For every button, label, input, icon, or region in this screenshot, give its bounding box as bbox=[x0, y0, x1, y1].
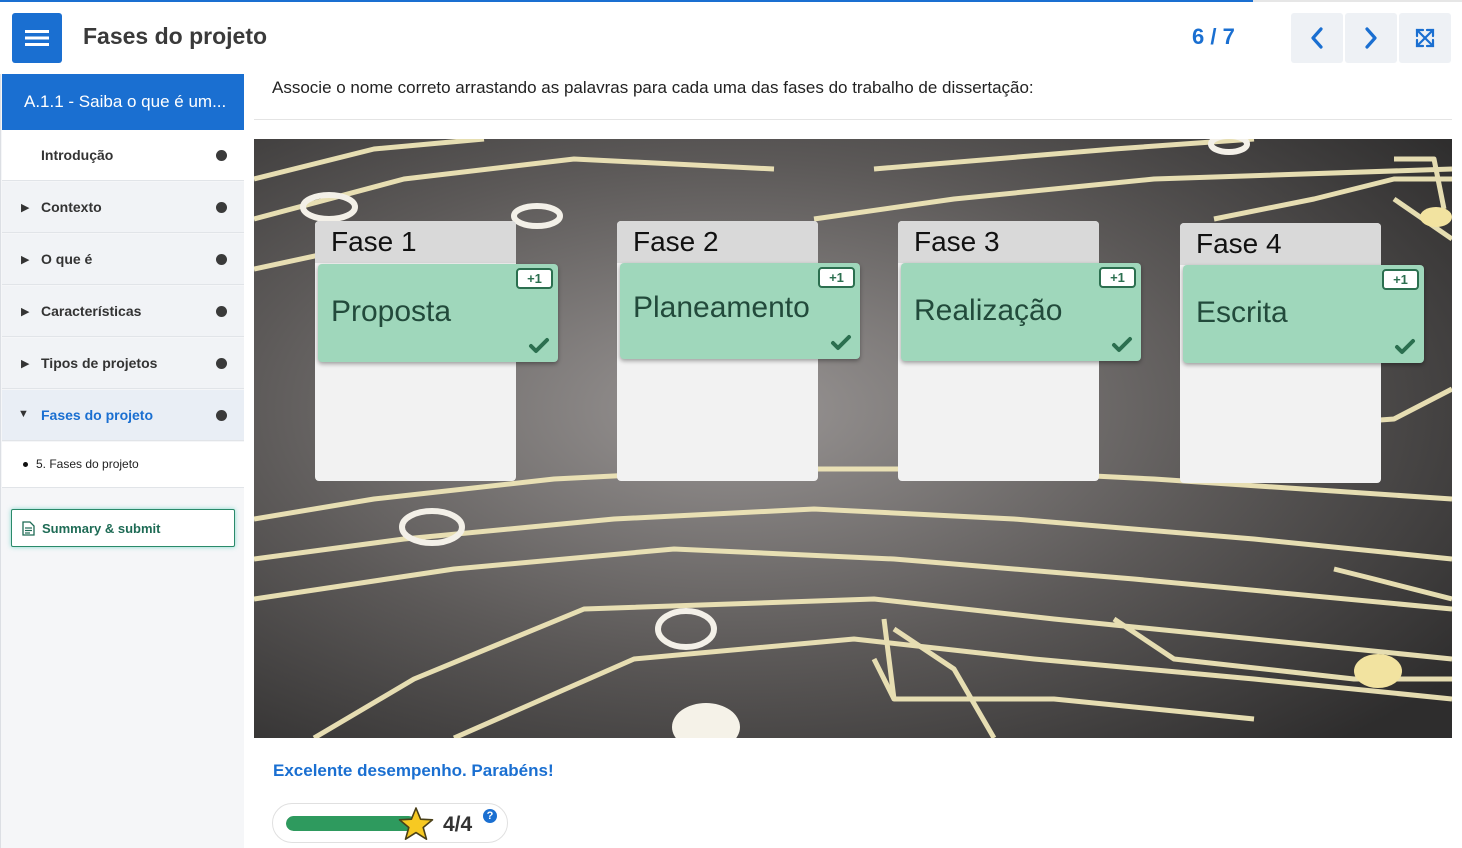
answer-text: Realização bbox=[914, 294, 1063, 327]
answer-card-proposta[interactable]: Proposta +1 bbox=[318, 264, 558, 362]
previous-button[interactable] bbox=[1291, 13, 1343, 63]
summary-submit-label: Summary & submit bbox=[42, 521, 161, 536]
check-icon bbox=[1395, 339, 1415, 354]
zone-title: Fase 3 bbox=[898, 221, 1099, 263]
sidebar-item-tipos-de-projetos[interactable]: ▶ Tipos de projetos bbox=[2, 338, 244, 389]
caret-right-icon: ▶ bbox=[21, 202, 30, 214]
zone-title: Fase 4 bbox=[1180, 223, 1381, 265]
page-title: Fases do projeto bbox=[83, 23, 268, 49]
answer-text: Planeamento bbox=[633, 291, 810, 324]
status-dot bbox=[216, 358, 227, 369]
drag-drop-board: Fase 1 Proposta +1 Fase 2 Planeamento +1… bbox=[254, 139, 1452, 738]
sidebar-item-o-que-e[interactable]: ▶ O que é bbox=[2, 234, 244, 285]
check-icon bbox=[1112, 337, 1132, 352]
check-icon bbox=[529, 338, 549, 353]
score-text: 4/4 bbox=[443, 813, 473, 836]
check-icon bbox=[831, 335, 851, 350]
divider bbox=[254, 119, 1452, 120]
caret-right-icon: ▶ bbox=[21, 358, 30, 370]
points-badge: +1 bbox=[516, 268, 553, 289]
menu-button[interactable] bbox=[12, 13, 62, 63]
status-dot bbox=[216, 254, 227, 265]
sidebar-item-fases-do-projeto[interactable]: ▼ Fases do projeto bbox=[2, 390, 244, 441]
answer-card-planeamento[interactable]: Planeamento +1 bbox=[620, 263, 860, 359]
points-badge: +1 bbox=[818, 267, 855, 288]
caret-down-icon: ▼ bbox=[18, 408, 29, 420]
task-instruction: Associe o nome correto arrastando as pal… bbox=[272, 78, 1034, 97]
caret-right-icon: ▶ bbox=[21, 306, 30, 318]
sidebar-item-contexto[interactable]: ▶ Contexto bbox=[2, 182, 244, 233]
hamburger-icon bbox=[25, 30, 49, 46]
header-bar: Fases do projeto 6 / 7 bbox=[0, 2, 1462, 74]
caret-right-icon: ▶ bbox=[21, 254, 30, 266]
help-icon[interactable]: ? bbox=[483, 809, 497, 823]
course-title[interactable]: A.1.1 - Saiba o que é um... bbox=[2, 74, 244, 130]
sidebar-item-introducao[interactable]: Introdução bbox=[2, 130, 244, 181]
sidebar-item-label: Características bbox=[41, 303, 142, 319]
zone-title: Fase 2 bbox=[617, 221, 818, 263]
feedback-message: Excelente desempenho. Parabéns! bbox=[273, 761, 554, 780]
sidebar-item-label: Contexto bbox=[41, 199, 102, 215]
sidebar-item-label: Fases do projeto bbox=[41, 407, 154, 423]
next-button[interactable] bbox=[1345, 13, 1397, 63]
summary-submit-button[interactable]: Summary & submit bbox=[11, 509, 235, 547]
sidebar-subitem-fases-do-projeto[interactable]: 5. Fases do projeto bbox=[2, 442, 244, 488]
document-icon bbox=[22, 521, 35, 536]
sidebar-subitem-label: 5. Fases do projeto bbox=[36, 457, 139, 471]
chevron-left-icon bbox=[1311, 27, 1323, 49]
answer-text: Escrita bbox=[1196, 296, 1288, 329]
score-bar: 4/4 ? bbox=[272, 803, 508, 843]
points-badge: +1 bbox=[1382, 269, 1419, 290]
answer-text: Proposta bbox=[331, 295, 452, 328]
sidebar-item-label: O que é bbox=[41, 251, 93, 267]
fullscreen-button[interactable] bbox=[1399, 13, 1451, 63]
page-counter: 6 / 7 bbox=[1192, 24, 1235, 49]
status-dot bbox=[216, 306, 227, 317]
bullet-icon bbox=[23, 462, 28, 467]
sidebar-item-caracteristicas[interactable]: ▶ Características bbox=[2, 286, 244, 337]
status-dot bbox=[216, 410, 227, 421]
zone-title: Fase 1 bbox=[315, 221, 516, 263]
answer-card-realizacao[interactable]: Realização +1 bbox=[901, 263, 1141, 361]
status-dot bbox=[216, 202, 227, 213]
points-badge: +1 bbox=[1099, 267, 1136, 288]
sidebar: A.1.1 - Saiba o que é um... Introdução ▶… bbox=[0, 74, 244, 848]
answer-card-escrita[interactable]: Escrita +1 bbox=[1183, 265, 1424, 363]
status-dot bbox=[216, 150, 227, 161]
chevron-right-icon bbox=[1365, 27, 1377, 49]
expand-icon bbox=[1415, 28, 1435, 48]
sidebar-item-label: Tipos de projetos bbox=[41, 355, 158, 371]
star-icon bbox=[398, 807, 434, 841]
sidebar-item-label: Introdução bbox=[41, 147, 114, 163]
